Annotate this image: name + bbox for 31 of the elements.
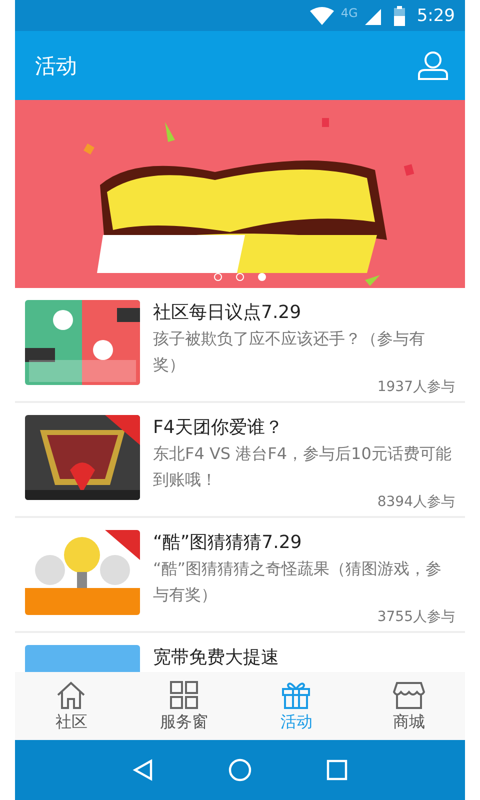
- shop-icon: [392, 680, 425, 710]
- tab[interactable]: 商城: [352, 672, 465, 740]
- participant-count: 3755人参与: [376, 608, 455, 626]
- page-indicator-dot[interactable]: [214, 273, 222, 281]
- activity-title: 社区每日议点7.29: [153, 301, 302, 325]
- activity-title: F4天团你爱谁？: [153, 416, 284, 440]
- activity-item[interactable]: F4天团你爱谁？ 东北F4 VS 港台F4，参与后10元话费可能到账哦！ 8394人参与: [15, 403, 465, 518]
- page-indicator-dot[interactable]: [236, 273, 244, 281]
- back-icon[interactable]: [132, 758, 154, 782]
- grid-icon: [168, 680, 200, 710]
- user-icon[interactable]: [417, 51, 449, 80]
- clock: 5:29: [416, 6, 455, 26]
- battery-icon: [394, 6, 405, 26]
- participant-count: 1937人参与: [376, 378, 455, 396]
- tab[interactable]: 社区: [15, 672, 128, 740]
- activity-title: “酷”图猜猜猜7.29: [153, 531, 303, 555]
- network-label: 4G: [340, 6, 358, 20]
- home-icon: [55, 680, 88, 710]
- gift-icon: [280, 680, 312, 710]
- page-title: 活动: [35, 52, 77, 80]
- home-button-icon[interactable]: [228, 758, 252, 782]
- activity-description: 孩子被欺负了应不应该还手？（参与有奖）: [153, 328, 426, 376]
- activity-description: “酷”图猜猜猜之奇怪蔬果（猜图游戏，参与有奖）: [153, 558, 443, 606]
- participant-count: 8394人参与: [376, 493, 455, 511]
- activity-title: 宽带免费大提速: [153, 646, 280, 670]
- recent-apps-icon[interactable]: [326, 759, 348, 781]
- tab[interactable]: 服务窗: [128, 672, 240, 740]
- activity-item[interactable]: 社区每日议点7.29 孩子被欺负了应不应该还手？（参与有奖） 1937人参与: [15, 288, 465, 403]
- activity-description: 东北F4 VS 港台F4，参与后10元话费可能到账哦！: [153, 443, 452, 491]
- wifi-icon: [308, 6, 335, 26]
- activity-item[interactable]: “酷”图猜猜猜7.29 “酷”图猜猜猜之奇怪蔬果（猜图游戏，参与有奖） 3755人参与: [15, 518, 465, 633]
